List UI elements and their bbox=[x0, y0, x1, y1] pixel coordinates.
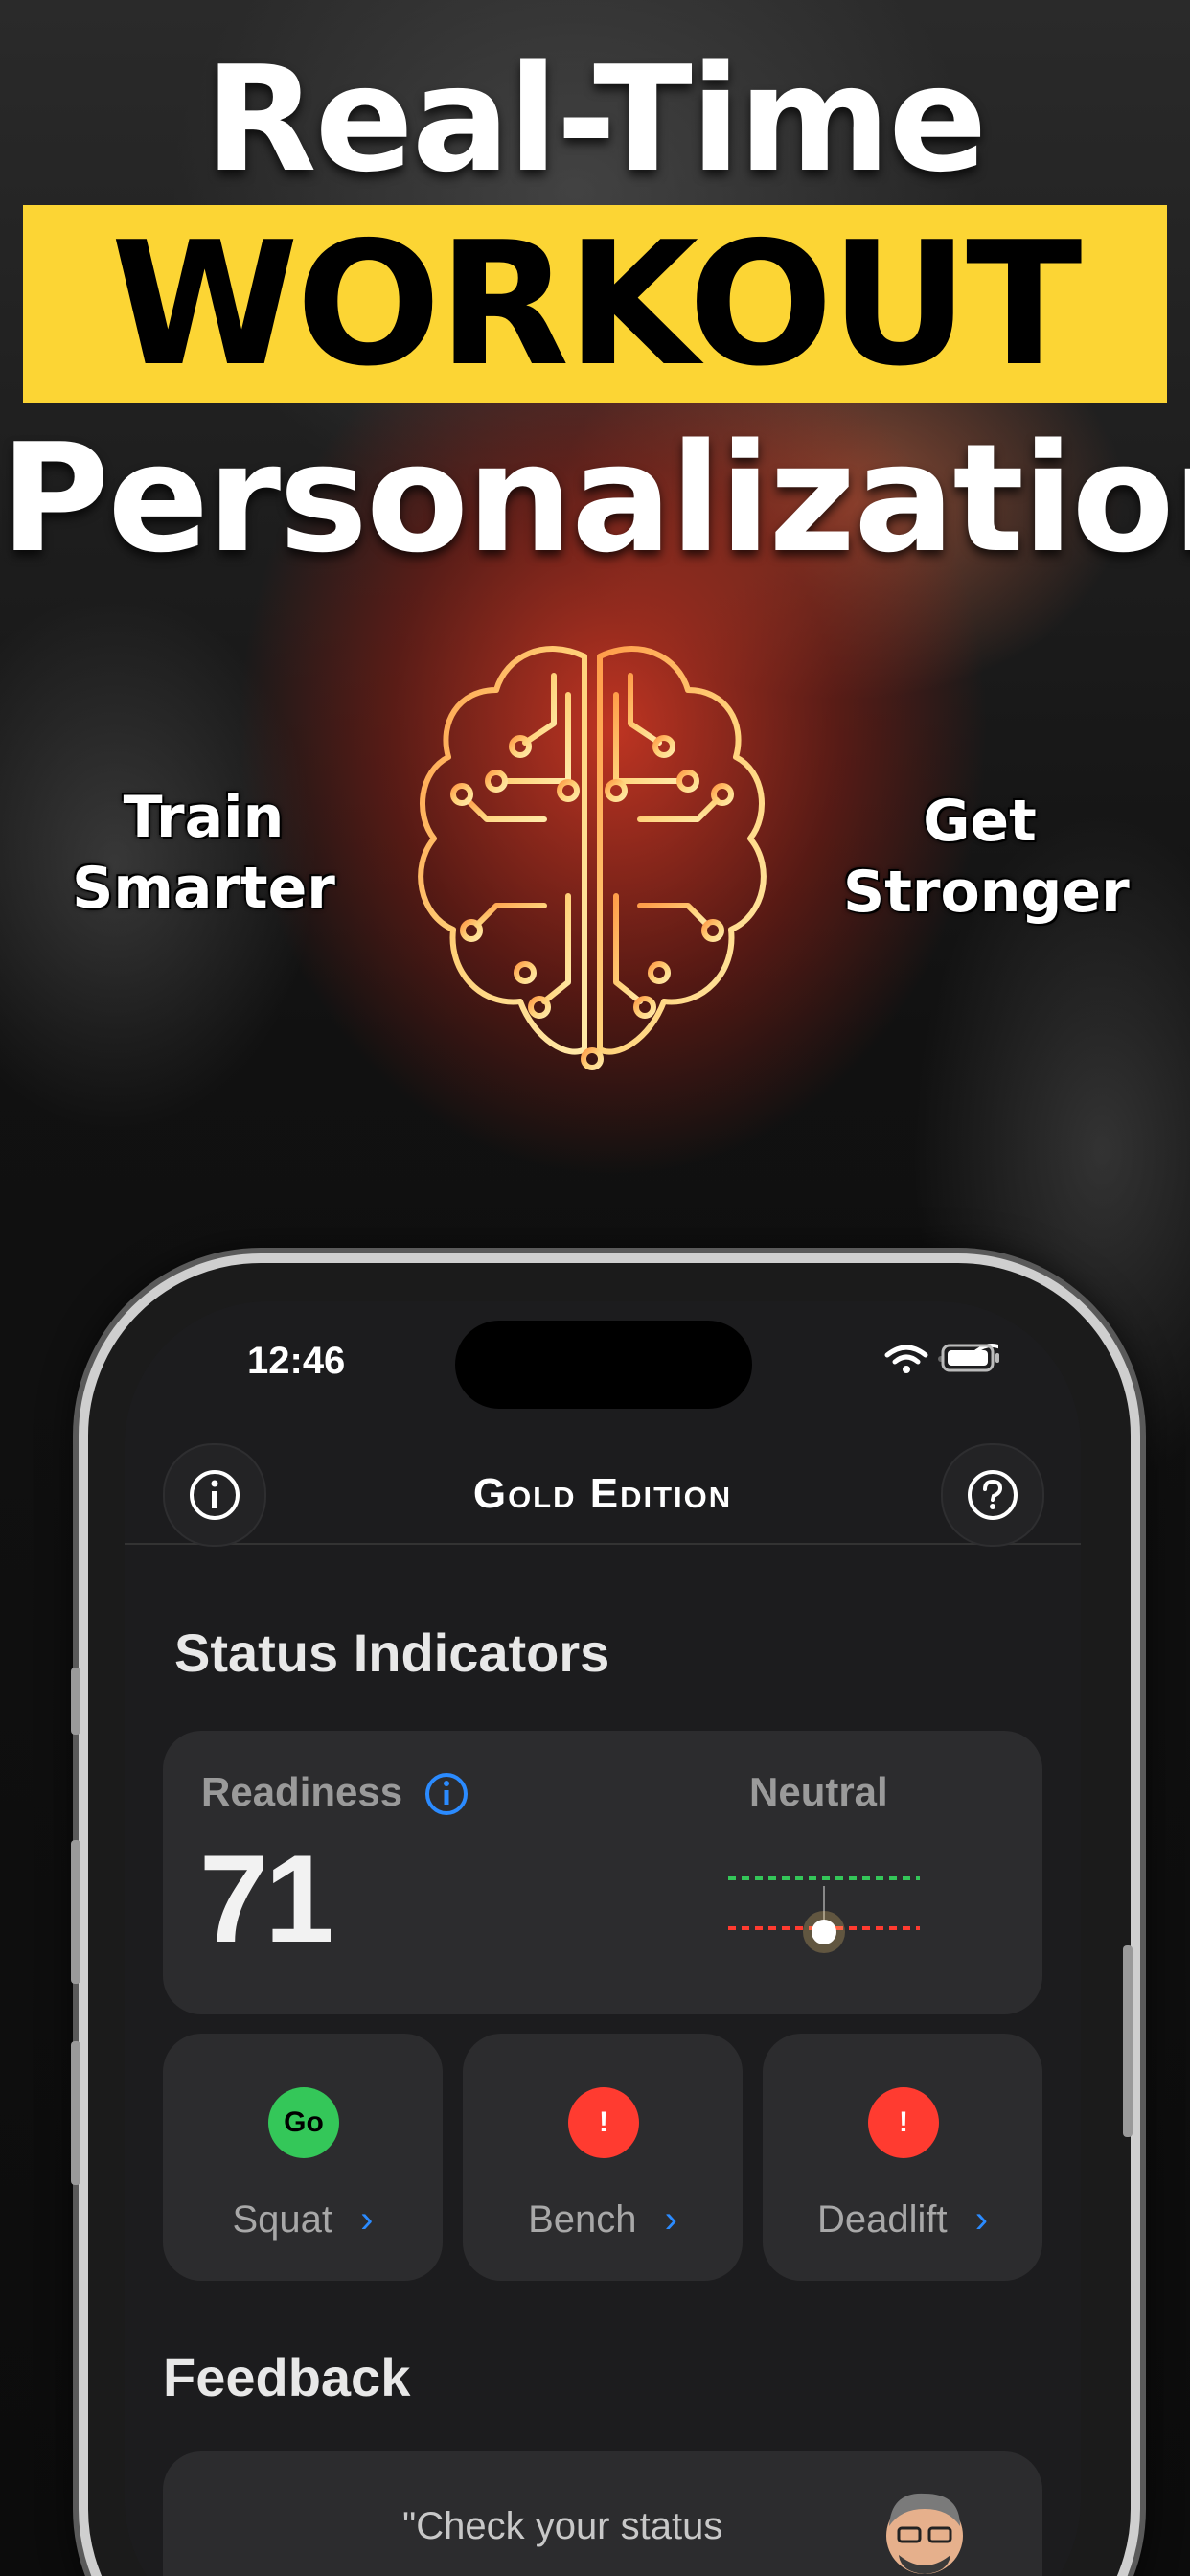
train-smarter-text: Train Smarter bbox=[72, 784, 335, 922]
help-button[interactable] bbox=[941, 1443, 1044, 1547]
headline-line3: Personalization bbox=[0, 411, 1190, 586]
app-title: Gold Edition bbox=[472, 1470, 733, 1517]
squat-label-text: Squat bbox=[232, 2198, 333, 2241]
get-stronger-text: Get Stronger bbox=[843, 788, 1130, 926]
app-screen: 12:46 Gold Edition Status Indicators Rea… bbox=[125, 1301, 1081, 2576]
readiness-card[interactable]: Readiness 71 Neutral bbox=[163, 1731, 1042, 2014]
status-time: 12:46 bbox=[247, 1340, 346, 1382]
get-stronger-tag: Get Stronger bbox=[843, 786, 1130, 928]
chevron-right-icon: › bbox=[360, 2198, 374, 2241]
feedback-heading: Feedback bbox=[163, 2347, 411, 2407]
bench-status-badge: ! bbox=[568, 2087, 639, 2158]
deadlift-status-badge: ! bbox=[868, 2087, 939, 2158]
deadlift-label: Deadlift › bbox=[763, 2198, 1042, 2242]
phone-mute-switch bbox=[71, 1668, 80, 1735]
bench-label-text: Bench bbox=[528, 2198, 637, 2241]
battery-icon bbox=[941, 1344, 999, 1372]
headline-line1: Real-Time bbox=[204, 34, 988, 204]
feedback-card[interactable]: "Check your status bbox=[163, 2451, 1042, 2576]
headline-line2: WORKOUT bbox=[110, 205, 1083, 403]
phone-volume-down bbox=[71, 2041, 80, 2185]
deadlift-label-text: Deadlift bbox=[816, 2198, 948, 2241]
readiness-value: 71 bbox=[199, 1828, 334, 1968]
train-smarter-tag: Train Smarter bbox=[67, 782, 340, 924]
squat-status-badge: Go bbox=[268, 2087, 339, 2158]
squat-label: Squat › bbox=[163, 2198, 443, 2242]
readiness-marker bbox=[812, 1920, 836, 1944]
readiness-label: Readiness bbox=[201, 1769, 403, 1814]
help-icon bbox=[968, 1470, 1018, 1520]
coach-avatar bbox=[886, 2493, 963, 2574]
readiness-info-icon[interactable] bbox=[423, 1771, 469, 1817]
promo-page: Real-Time WORKOUT Personalization Train S… bbox=[0, 0, 1190, 2576]
readiness-state: Neutral bbox=[749, 1769, 888, 1814]
deadlift-tile[interactable]: ! Deadlift › bbox=[763, 2034, 1042, 2281]
bench-tile[interactable]: ! Bench › bbox=[463, 2034, 743, 2281]
app-header: Gold Edition bbox=[125, 1424, 1081, 1547]
readiness-gauge bbox=[728, 1876, 920, 1953]
chevron-right-icon: › bbox=[664, 2198, 677, 2241]
status-indicators-heading: Status Indicators bbox=[174, 1622, 610, 1683]
wifi-icon bbox=[884, 1345, 928, 1365]
battery-wifi-icons bbox=[884, 1344, 999, 1373]
chevron-right-icon: › bbox=[974, 2198, 989, 2241]
dynamic-island bbox=[455, 1321, 752, 1409]
feedback-quote: "Check your status bbox=[402, 2505, 723, 2547]
phone-volume-up bbox=[71, 1840, 80, 1984]
circuit-brain-icon bbox=[418, 646, 767, 1070]
bench-label: Bench › bbox=[463, 2198, 743, 2242]
phone-power-button bbox=[1123, 1945, 1133, 2137]
squat-tile[interactable]: Go Squat › bbox=[163, 2034, 443, 2281]
